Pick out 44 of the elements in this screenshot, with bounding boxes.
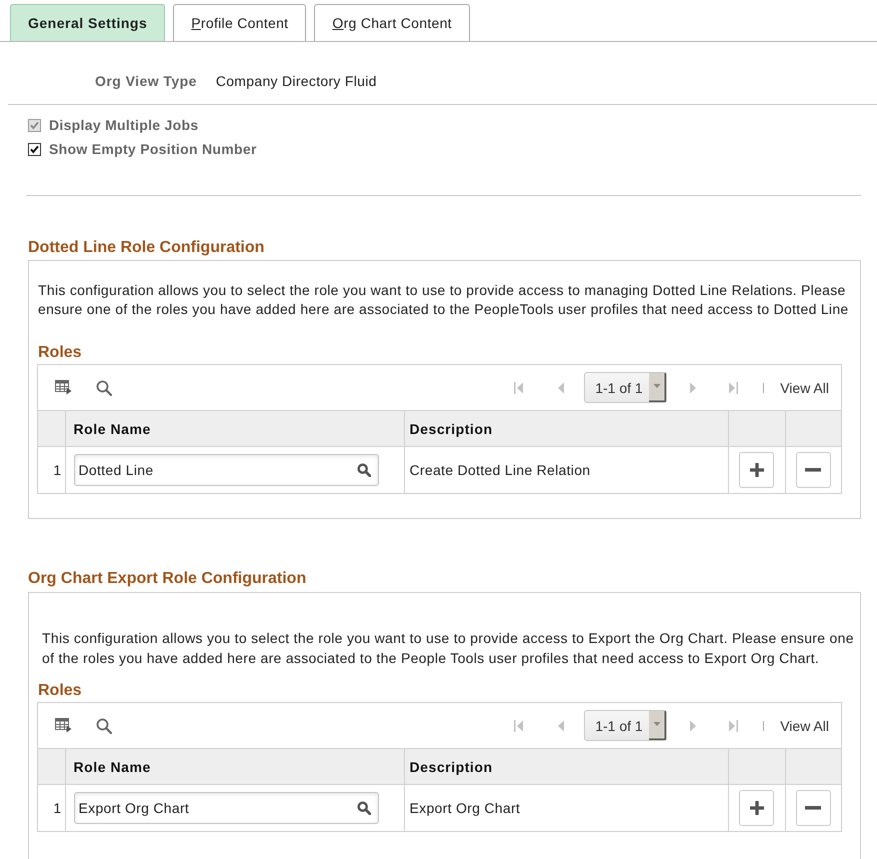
delete-row-button[interactable] xyxy=(796,790,831,826)
field-value: Company Directory Fluid xyxy=(216,72,377,91)
search-icon[interactable] xyxy=(96,718,112,734)
grid-title: Roles xyxy=(38,681,83,701)
minus-icon xyxy=(805,806,822,810)
grid-icon[interactable] xyxy=(55,380,72,395)
plus-icon xyxy=(750,463,764,477)
row-number: 1 xyxy=(53,800,62,816)
add-row-button[interactable] xyxy=(739,790,774,826)
column-header: Role Name xyxy=(65,410,404,446)
column-header: Description xyxy=(404,748,728,784)
field-label: Org View Type xyxy=(95,72,197,91)
role-name-field[interactable]: Dotted Line xyxy=(74,454,378,486)
description-text: This configuration allows you to select the role you want to use to provide access to managing Dotted Line Relations. Please ensure one of the roles you have added here are associated to the PeopleTools user profiles that need access to Dotted Line xyxy=(38,281,850,319)
minus-icon xyxy=(805,468,822,472)
plus-icon xyxy=(750,801,764,815)
search-icon[interactable] xyxy=(96,380,112,396)
checkbox[interactable] xyxy=(28,142,41,156)
checkbox-label: Display Multiple Jobs xyxy=(49,117,198,133)
description-cell: Create Dotted Line Relation xyxy=(410,462,590,478)
description-text: This configuration allows you to select the role you want to use to provide access to Export the Org Chart. Please ensure one of the roles you have added here are associated to the People Tools user profiles that need access to Export Org Chart. xyxy=(42,629,855,668)
caret-icon[interactable] xyxy=(649,373,666,402)
page-select[interactable]: 1-1 of 1 xyxy=(584,710,668,741)
role-name-field[interactable]: Export Org Chart xyxy=(74,792,378,824)
add-row-button[interactable] xyxy=(739,452,774,488)
search-icon[interactable] xyxy=(356,801,370,815)
view-all-link[interactable]: View All xyxy=(780,380,829,396)
page-select[interactable]: 1-1 of 1 xyxy=(584,372,668,403)
column-header: Description xyxy=(404,410,728,446)
section-title: Dotted Line Role Configuration xyxy=(28,238,266,258)
grid-icon[interactable] xyxy=(55,718,72,733)
caret-icon[interactable] xyxy=(649,711,666,740)
grid-title: Roles xyxy=(38,343,83,363)
tab[interactable]: Org Chart Content xyxy=(314,4,470,41)
column-header: Role Name xyxy=(65,748,404,784)
search-icon[interactable] xyxy=(356,463,370,477)
tab[interactable]: General Settings xyxy=(10,4,166,41)
checkbox-label: Show Empty Position Number xyxy=(49,141,257,157)
row-number: 1 xyxy=(53,462,62,478)
tab[interactable]: Profile Content xyxy=(173,4,306,41)
delete-row-button[interactable] xyxy=(796,452,831,488)
view-all-link[interactable]: View All xyxy=(780,718,829,734)
section-title: Org Chart Export Role Configuration xyxy=(28,569,308,589)
description-cell: Export Org Chart xyxy=(410,800,520,816)
